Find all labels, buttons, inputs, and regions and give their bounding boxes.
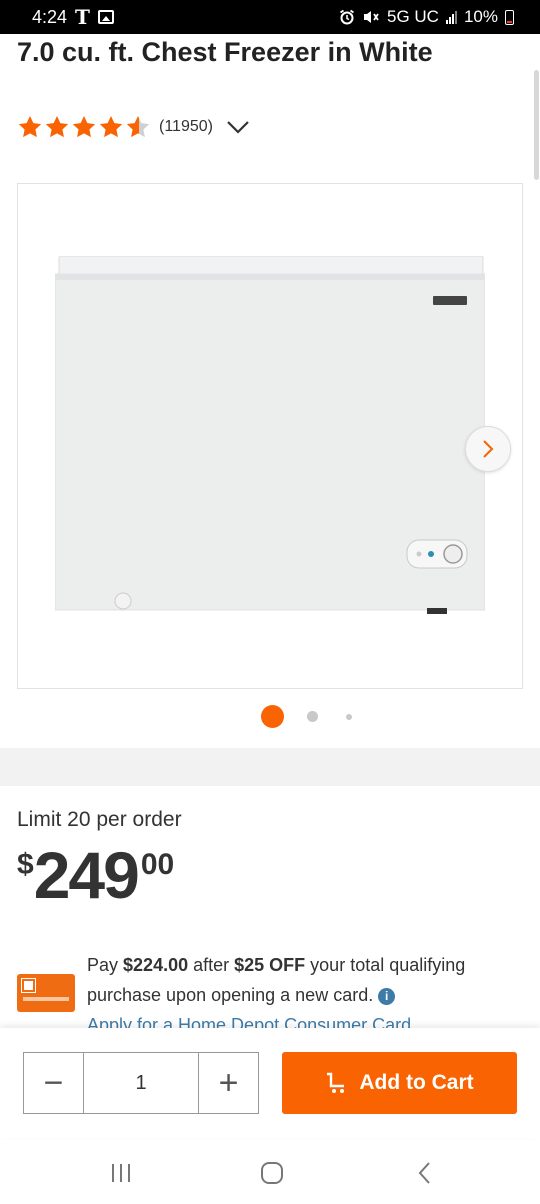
cart-icon xyxy=(327,1072,345,1093)
promo-text: Pay $224.00 after $25 OFF your total qua… xyxy=(87,955,466,1035)
status-bar: 4:24 T 5G UC 10% xyxy=(0,0,540,34)
price-currency: $ xyxy=(17,848,34,881)
back-button[interactable] xyxy=(408,1158,442,1188)
home-depot-card-image xyxy=(17,974,75,1012)
info-icon[interactable]: i xyxy=(378,988,396,1005)
status-time: 4:24 xyxy=(32,6,68,27)
carousel-next-button[interactable] xyxy=(465,426,511,472)
product-image-carousel[interactable] xyxy=(17,183,523,689)
network-type: 5G UC xyxy=(387,7,439,26)
promo-discount: $25 OFF xyxy=(234,955,306,975)
carousel-pagination xyxy=(0,705,540,729)
battery-icon xyxy=(505,9,514,25)
star-full-icon xyxy=(71,114,97,140)
quantity-input[interactable]: 1 xyxy=(83,1053,199,1113)
price-cents: 00 xyxy=(140,848,175,881)
carousel-dot[interactable] xyxy=(307,711,318,722)
signal-icon xyxy=(445,10,457,24)
recent-apps-button[interactable] xyxy=(104,1158,138,1188)
mute-icon xyxy=(364,11,379,23)
battery-percent: 10% xyxy=(463,7,498,26)
sticky-cart-bar: − 1 + Add to Cart xyxy=(0,1028,540,1138)
quantity-stepper: − 1 + xyxy=(23,1052,259,1114)
back-icon xyxy=(418,1162,430,1184)
tmobile-icon: T xyxy=(75,5,90,29)
order-limit: Limit 20 per order xyxy=(17,808,182,831)
promo-amount: $224.00 xyxy=(123,955,189,975)
chevron-right-icon xyxy=(483,440,494,458)
star-full-icon xyxy=(98,114,124,140)
home-button[interactable] xyxy=(255,1158,289,1188)
star-full-icon xyxy=(44,114,70,140)
carousel-dot-active[interactable] xyxy=(261,705,284,728)
recent-apps-icon xyxy=(112,1164,130,1182)
credit-card-promo: Pay $224.00 after $25 OFF your total qua… xyxy=(17,950,527,1040)
star-half-icon xyxy=(125,114,151,140)
product-price: $ 249 00 xyxy=(17,840,174,910)
rating-row[interactable]: (11950) xyxy=(17,114,251,140)
add-to-cart-label: Add to Cart xyxy=(359,1071,474,1094)
chevron-down-icon[interactable] xyxy=(225,117,251,137)
product-title: 7.0 cu. ft. Chest Freezer in White xyxy=(17,37,433,67)
product-image-chest-freezer xyxy=(55,256,485,614)
page-scrollbar[interactable] xyxy=(534,70,539,180)
section-divider xyxy=(0,748,540,786)
decrease-quantity-button[interactable]: − xyxy=(24,1053,83,1113)
home-icon xyxy=(261,1162,283,1184)
alarm-icon xyxy=(340,9,354,25)
star-full-icon xyxy=(17,114,43,140)
review-count[interactable]: (11950) xyxy=(159,118,213,136)
price-dollars: 249 xyxy=(33,838,140,912)
gallery-icon xyxy=(97,10,114,24)
star-rating xyxy=(17,114,151,140)
increase-quantity-button[interactable]: + xyxy=(199,1053,258,1113)
add-to-cart-button[interactable]: Add to Cart xyxy=(282,1052,517,1114)
carousel-dot[interactable] xyxy=(346,714,352,720)
system-nav-bar xyxy=(0,1140,540,1204)
